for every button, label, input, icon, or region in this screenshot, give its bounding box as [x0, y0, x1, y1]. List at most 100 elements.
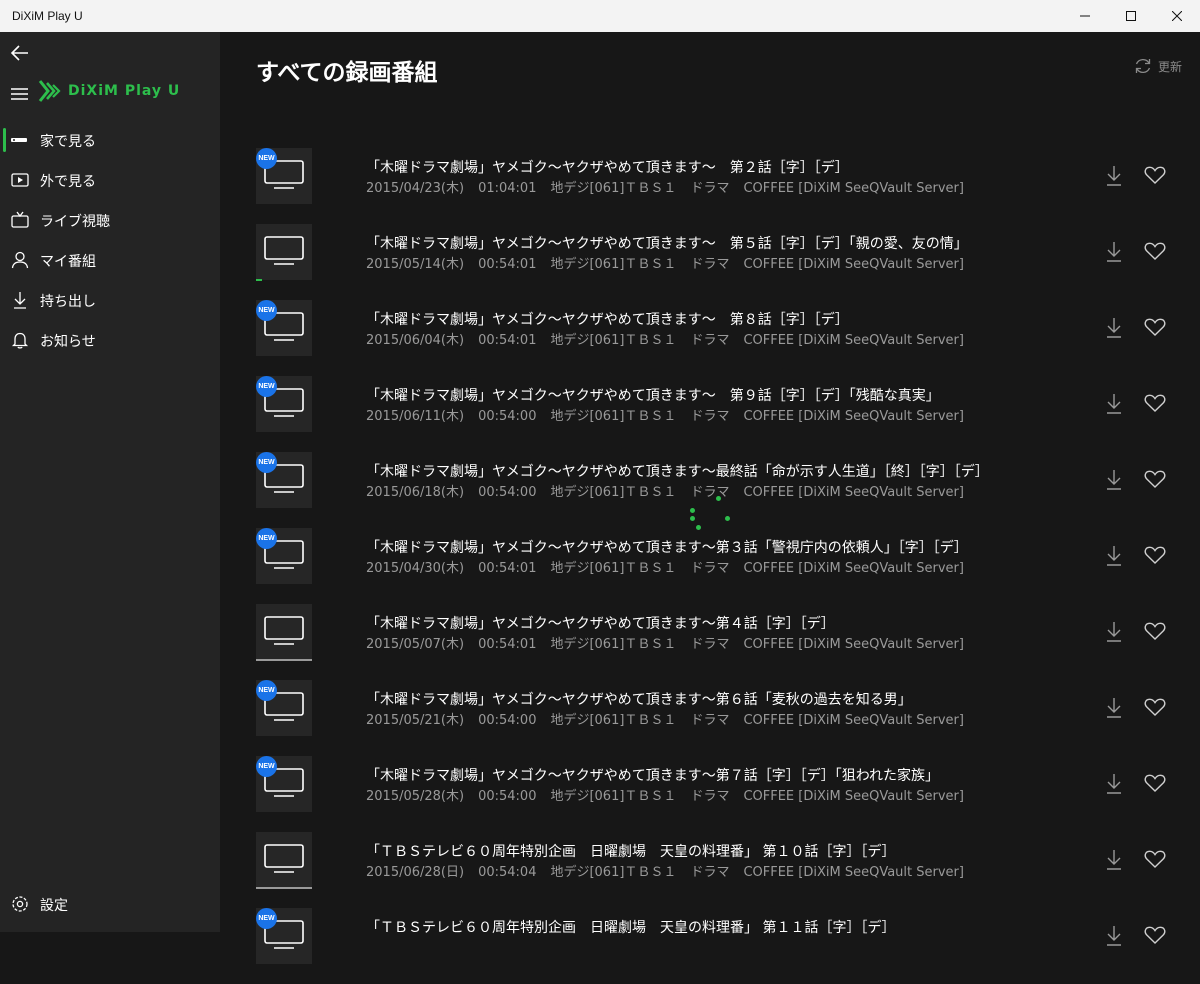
refresh-label: 更新: [1158, 59, 1183, 74]
sidebar-item-notifications[interactable]: お知らせ: [0, 320, 220, 360]
sidebar-item-live[interactable]: ライブ視聴: [0, 200, 220, 240]
favorite-button[interactable]: [1144, 773, 1166, 795]
recording-row[interactable]: NEW 「ＴＢＳテレビ６０周年特別企画 日曜劇場 天皇の料理番」 第１１話［字］［…: [256, 908, 1200, 984]
recording-server: COFFEE [DiXiM SeeQVault Server]: [743, 865, 964, 880]
favorite-button[interactable]: [1144, 849, 1166, 871]
minimize-button[interactable]: [1062, 0, 1108, 32]
recording-row[interactable]: NEW 「木曜ドラマ劇場」ヤメゴク〜ヤクザやめて頂きます〜第３話「警視庁内の依頼人…: [256, 528, 1200, 604]
recording-meta: 2015/04/23(木) 01:04:01 地デジ[061]ＴＢＳ１ ドラマ COFF…: [366, 177, 978, 196]
download-button[interactable]: [1104, 621, 1124, 643]
back-arrow-icon: [10, 45, 28, 61]
sidebar-item-takeout[interactable]: 持ち出し: [0, 280, 220, 320]
favorite-button[interactable]: [1144, 393, 1166, 415]
sidebar-item-label: ライブ視聴: [40, 214, 110, 230]
recording-row[interactable]: NEW 「木曜ドラマ劇場」ヤメゴク〜ヤクザやめて頂きます〜第６話「麦秋の過去を知る…: [256, 680, 1200, 756]
recording-meta: 2015/05/14(木) 00:54:01 地デジ[061]ＴＢＳ１ ドラマ COFF…: [366, 253, 978, 272]
download-icon: [1107, 394, 1121, 414]
recording-server: COFFEE [DiXiM SeeQVault Server]: [743, 637, 964, 652]
recording-row[interactable]: NEW 「木曜ドラマ劇場」ヤメゴク〜ヤクザやめて頂きます〜 第２話［字］［デ］ 20…: [256, 148, 1200, 224]
sidebar-item-remote[interactable]: 外で見る: [0, 160, 220, 200]
download-icon: [1107, 926, 1121, 946]
close-button[interactable]: [1154, 0, 1200, 32]
menu-button[interactable]: [11, 86, 29, 100]
maximize-icon: [1126, 11, 1136, 21]
hamburger-icon: [11, 88, 28, 100]
window-controls: [1062, 0, 1200, 32]
recording-genre: ドラマ: [690, 181, 730, 196]
recording-title: 「ＴＢＳテレビ６０周年特別企画 日曜劇場 天皇の料理番」 第１１話［字］［デ］: [366, 920, 896, 936]
recording-thumbnail[interactable]: NEW: [256, 300, 312, 356]
sidebar-item-settings[interactable]: 設定: [0, 884, 220, 924]
page-title: すべての録画番組: [256, 60, 438, 86]
favorite-button[interactable]: [1144, 317, 1166, 339]
recordings-list: NEW 「木曜ドラマ劇場」ヤメゴク〜ヤクザやめて頂きます〜 第２話［字］［デ］ 20…: [256, 148, 1200, 984]
favorite-button[interactable]: [1144, 545, 1166, 567]
maximize-button[interactable]: [1108, 0, 1154, 32]
recording-thumbnail[interactable]: NEW: [256, 148, 312, 204]
recording-row[interactable]: NEW 「木曜ドラマ劇場」ヤメゴク〜ヤクザやめて頂きます〜 第９話［字］［デ］「残…: [256, 376, 1200, 452]
favorite-button[interactable]: [1144, 697, 1166, 719]
refresh-button[interactable]: 更新: [1134, 57, 1182, 75]
sidebar-item-label: お知らせ: [40, 334, 96, 350]
heart-icon: [1144, 394, 1166, 412]
recording-thumbnail[interactable]: NEW: [256, 680, 312, 736]
recording-meta: 2015/06/04(木) 00:54:01 地デジ[061]ＴＢＳ１ ドラマ COFF…: [366, 329, 978, 348]
recording-channel: 地デジ[061]ＴＢＳ１: [550, 865, 677, 880]
recording-thumbnail[interactable]: [256, 224, 312, 281]
recording-thumbnail[interactable]: NEW: [256, 528, 312, 584]
recording-row[interactable]: 「木曜ドラマ劇場」ヤメゴク〜ヤクザやめて頂きます〜第４話［字］［デ］ 2015/0…: [256, 604, 1200, 680]
recording-thumbnail[interactable]: NEW: [256, 452, 312, 508]
recording-thumbnail[interactable]: [256, 604, 312, 661]
recording-date: 2015/06/28(日): [366, 865, 465, 880]
recording-channel: 地デジ[061]ＴＢＳ１: [550, 333, 677, 348]
recording-thumbnail[interactable]: NEW: [256, 376, 312, 432]
recording-row[interactable]: NEW 「木曜ドラマ劇場」ヤメゴク〜ヤクザやめて頂きます〜 第８話［字］［デ］ 20…: [256, 300, 1200, 376]
back-button[interactable]: [10, 43, 30, 63]
recording-genre: ドラマ: [690, 561, 730, 576]
download-button[interactable]: [1104, 469, 1124, 491]
favorite-button[interactable]: [1144, 469, 1166, 491]
favorite-button[interactable]: [1144, 925, 1166, 947]
recording-server: COFFEE [DiXiM SeeQVault Server]: [743, 485, 964, 500]
download-button[interactable]: [1104, 849, 1124, 871]
download-button[interactable]: [1104, 165, 1124, 187]
recording-thumbnail[interactable]: NEW: [256, 756, 312, 812]
sidebar-item-home[interactable]: 家で見る: [0, 120, 220, 160]
recording-duration: 00:54:00: [478, 485, 537, 500]
recording-row[interactable]: 「ＴＢＳテレビ６０周年特別企画 日曜劇場 天皇の料理番」 第１０話［字］［デ］ 2…: [256, 832, 1200, 908]
download-button[interactable]: [1104, 545, 1124, 567]
recording-genre: ドラマ: [690, 789, 730, 804]
app-logo: DiXiM Play U: [38, 79, 180, 103]
heart-icon: [1144, 166, 1166, 184]
recording-channel: 地デジ[061]ＴＢＳ１: [550, 561, 677, 576]
window-title: DiXiM Play U: [12, 9, 83, 23]
download-button[interactable]: [1104, 393, 1124, 415]
favorite-button[interactable]: [1144, 241, 1166, 263]
logo-text: DiXiM Play U: [68, 83, 181, 99]
sidebar-nav: 家で見る 外で見る ライブ視聴 マイ番組 持ち出し お知らせ: [0, 120, 220, 360]
recording-genre: ドラマ: [690, 637, 730, 652]
heart-icon: [1144, 774, 1166, 792]
recording-server: COFFEE [DiXiM SeeQVault Server]: [743, 561, 964, 576]
recording-thumbnail[interactable]: [256, 832, 312, 889]
download-button[interactable]: [1104, 925, 1124, 947]
heart-icon: [1144, 470, 1166, 488]
recording-server: COFFEE [DiXiM SeeQVault Server]: [743, 333, 964, 348]
download-button[interactable]: [1104, 773, 1124, 795]
recording-thumbnail[interactable]: NEW: [256, 908, 312, 964]
sidebar-item-my-programs[interactable]: マイ番組: [0, 240, 220, 280]
new-badge: NEW: [256, 528, 277, 549]
recording-title: 「木曜ドラマ劇場」ヤメゴク〜ヤクザやめて頂きます〜最終話「命が示す人生道」［終］…: [366, 464, 989, 480]
minimize-icon: [1080, 15, 1090, 17]
new-badge: NEW: [256, 300, 277, 321]
recording-row[interactable]: NEW 「木曜ドラマ劇場」ヤメゴク〜ヤクザやめて頂きます〜第７話［字］［デ］「狙わ…: [256, 756, 1200, 832]
favorite-button[interactable]: [1144, 165, 1166, 187]
download-button[interactable]: [1104, 697, 1124, 719]
new-badge: NEW: [256, 680, 277, 701]
recording-row[interactable]: 「木曜ドラマ劇場」ヤメゴク〜ヤクザやめて頂きます〜 第５話［字］［デ］「親の愛、…: [256, 224, 1200, 300]
download-button[interactable]: [1104, 317, 1124, 339]
recording-meta: 2015/04/30(木) 00:54:01 地デジ[061]ＴＢＳ１ ドラマ COFF…: [366, 557, 978, 576]
favorite-button[interactable]: [1144, 621, 1166, 643]
heart-icon: [1144, 698, 1166, 716]
download-button[interactable]: [1104, 241, 1124, 263]
